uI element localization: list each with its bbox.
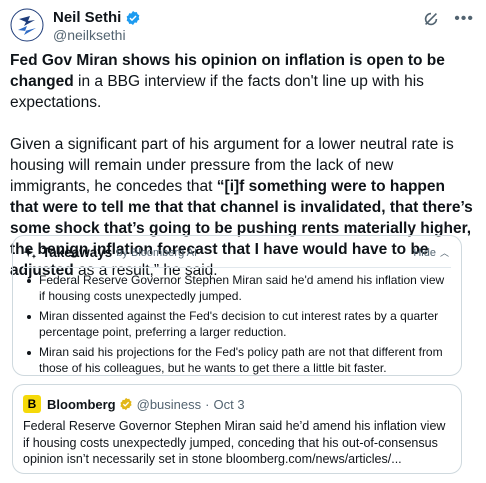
takeaways-hide-label: Hide (413, 246, 436, 259)
takeaways-hide-button[interactable]: Hide ︿ (413, 246, 449, 259)
quoted-tweet-header: B Bloomberg @business · Oct 3 (23, 395, 245, 413)
bloomberg-logo-icon: B (23, 395, 41, 413)
quoted-tweet-text: Federal Reserve Governor Stephen Miran s… (23, 419, 446, 466)
author-handle[interactable]: @neilksethi (53, 27, 126, 43)
takeaway-item: Miran dissented against the Fed's decisi… (27, 309, 447, 340)
quoted-author-name: Bloomberg (47, 396, 116, 412)
takeaway-item: Federal Reserve Governor Stephen Miran s… (27, 273, 447, 304)
quoted-date: Oct 3 (213, 396, 245, 412)
tweet-paragraph-1: Fed Gov Miran shows his opinion on infla… (10, 50, 476, 113)
chevron-up-icon: ︿ (439, 248, 449, 258)
tweet-header: Neil Sethi @neilksethi ••• (10, 8, 476, 44)
quoted-author-handle: @business (136, 396, 202, 412)
takeaways-title: Takeaways (42, 245, 113, 260)
author-name[interactable]: Neil Sethi (53, 9, 121, 26)
author-name-row: Neil Sethi (53, 9, 141, 26)
gold-verified-icon (120, 397, 132, 411)
separator-dot: · (205, 396, 210, 412)
more-icon[interactable]: ••• (454, 10, 474, 28)
takeaways-list: Federal Reserve Governor Stephen Miran s… (27, 273, 447, 381)
header-actions: ••• (422, 10, 474, 28)
quoted-tweet[interactable]: B Bloomberg @business · Oct 3 Federal Re… (12, 384, 462, 474)
takeaway-item: Miran said his projections for the Fed's… (27, 345, 447, 376)
takeaways-card: Takeaways by Bloomberg AI Hide ︿ Federal… (12, 235, 462, 376)
takeaways-header: Takeaways by Bloomberg AI (23, 245, 197, 260)
sparkle-icon (23, 246, 37, 259)
grok-icon[interactable] (422, 10, 440, 28)
takeaways-divider (23, 267, 451, 268)
takeaways-by: by Bloomberg AI (116, 246, 198, 259)
verified-badge-icon (127, 10, 140, 25)
avatar-logo-icon (10, 8, 44, 42)
avatar[interactable] (10, 8, 44, 42)
